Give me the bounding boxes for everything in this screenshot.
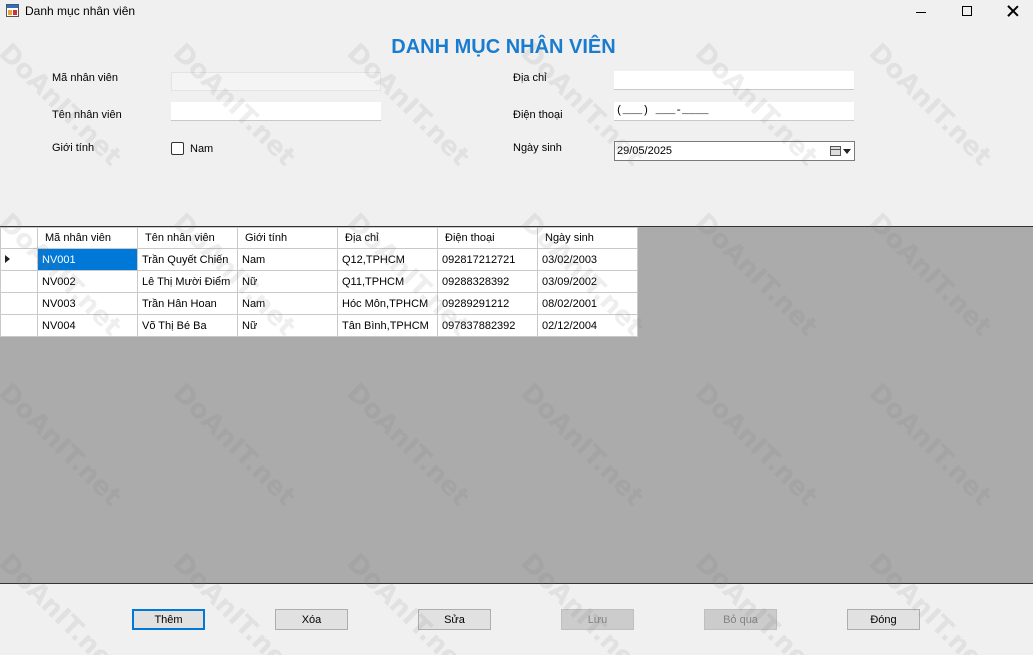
calendar-icon[interactable] bbox=[830, 146, 841, 156]
current-row-arrow-icon bbox=[5, 254, 10, 263]
label-ten-nhan-vien: Tên nhân viên bbox=[52, 109, 122, 121]
cell-ma[interactable]: NV002 bbox=[37, 270, 138, 293]
cell-gioi-tinh[interactable]: Nữ bbox=[237, 314, 338, 337]
cell-ten[interactable]: Lê Thị Mười Điểm bbox=[137, 270, 238, 293]
label-dien-thoai: Điện thoại bbox=[513, 109, 563, 121]
minimize-icon bbox=[916, 11, 926, 13]
table-row[interactable]: NV001 Trần Quyết Chiến Nam Q12,TPHCM 092… bbox=[0, 248, 638, 271]
cell-ten[interactable]: Trần Quyết Chiến bbox=[137, 248, 238, 271]
cell-dia-chi[interactable]: Tân Bình,TPHCM bbox=[337, 314, 438, 337]
cell-dia-chi[interactable]: Q12,TPHCM bbox=[337, 248, 438, 271]
cell-ten[interactable]: Trần Hân Hoan bbox=[137, 292, 238, 315]
table-header-row: Mã nhân viên Tên nhân viên Giới tính Địa… bbox=[0, 227, 638, 249]
employee-table: Mã nhân viên Tên nhân viên Giới tính Địa… bbox=[0, 227, 638, 337]
gioi-tinh-nam-checkbox[interactable] bbox=[171, 142, 184, 155]
cell-ngay-sinh[interactable]: 03/09/2002 bbox=[537, 270, 638, 293]
dong-button[interactable]: Đóng bbox=[847, 609, 920, 630]
close-icon bbox=[1007, 5, 1019, 17]
app-form-icon bbox=[6, 4, 19, 17]
ngay-sinh-datepicker[interactable]: 29/05/2025 bbox=[614, 141, 855, 161]
label-dia-chi: Địa chỉ bbox=[513, 72, 547, 84]
cell-gioi-tinh[interactable]: Nam bbox=[237, 292, 338, 315]
luu-button[interactable]: Lưu bbox=[561, 609, 634, 630]
cell-ngay-sinh[interactable]: 02/12/2004 bbox=[537, 314, 638, 337]
row-header[interactable] bbox=[0, 270, 38, 293]
maximize-icon bbox=[962, 6, 972, 16]
them-button[interactable]: Thêm bbox=[132, 609, 205, 630]
cell-ma[interactable]: NV001 bbox=[37, 248, 138, 271]
row-header-corner[interactable] bbox=[0, 227, 38, 249]
cell-dien-thoai[interactable]: 09288328392 bbox=[437, 270, 538, 293]
cell-dien-thoai[interactable]: 092817212721 bbox=[437, 248, 538, 271]
column-header-gioi-tinh[interactable]: Giới tính bbox=[237, 227, 338, 249]
column-header-dien-thoai[interactable]: Điện thoại bbox=[437, 227, 538, 249]
cell-gioi-tinh[interactable]: Nữ bbox=[237, 270, 338, 293]
table-row[interactable]: NV004 Võ Thị Bé Ba Nữ Tân Bình,TPHCM 097… bbox=[0, 314, 638, 337]
row-header[interactable] bbox=[0, 248, 38, 271]
ten-nhan-vien-field[interactable] bbox=[171, 102, 381, 121]
form-heading: DANH MỤC NHÂN VIÊN bbox=[391, 36, 616, 58]
cell-ma[interactable]: NV004 bbox=[37, 314, 138, 337]
cell-dia-chi[interactable]: Hóc Môn,TPHCM bbox=[337, 292, 438, 315]
window-title: Danh mục nhân viên bbox=[25, 4, 136, 18]
cell-gioi-tinh[interactable]: Nam bbox=[237, 248, 338, 271]
column-header-ma[interactable]: Mã nhân viên bbox=[37, 227, 138, 249]
maximize-button[interactable] bbox=[944, 0, 990, 22]
cell-dia-chi[interactable]: Q11,TPHCM bbox=[337, 270, 438, 293]
column-header-ngay-sinh[interactable]: Ngày sinh bbox=[537, 227, 638, 249]
ma-nhan-vien-field[interactable] bbox=[171, 72, 381, 91]
chevron-down-icon[interactable] bbox=[843, 149, 851, 154]
dia-chi-field[interactable] bbox=[614, 71, 854, 90]
label-gioi-tinh: Giới tính bbox=[52, 142, 95, 154]
row-header[interactable] bbox=[0, 292, 38, 315]
label-ngay-sinh: Ngày sinh bbox=[513, 142, 562, 154]
cell-ma[interactable]: NV003 bbox=[37, 292, 138, 315]
employee-data-grid[interactable]: Mã nhân viên Tên nhân viên Giới tính Địa… bbox=[0, 226, 1033, 584]
row-header[interactable] bbox=[0, 314, 38, 337]
column-header-ten[interactable]: Tên nhân viên bbox=[137, 227, 238, 249]
ngay-sinh-value: 29/05/2025 bbox=[617, 145, 673, 157]
checkbox-nam-label: Nam bbox=[190, 143, 214, 155]
sua-button[interactable]: Sửa bbox=[418, 609, 491, 630]
table-row[interactable]: NV003 Trần Hân Hoan Nam Hóc Môn,TPHCM 09… bbox=[0, 292, 638, 315]
label-ma-nhan-vien: Mã nhân viên bbox=[52, 72, 119, 84]
cell-ngay-sinh[interactable]: 08/02/2001 bbox=[537, 292, 638, 315]
title-bar: Danh mục nhân viên bbox=[0, 0, 1033, 22]
close-button[interactable] bbox=[990, 0, 1033, 22]
column-header-dia-chi[interactable]: Địa chỉ bbox=[337, 227, 438, 249]
minimize-button[interactable] bbox=[898, 0, 944, 22]
bo-qua-button[interactable]: Bỏ qua bbox=[704, 609, 777, 630]
cell-dien-thoai[interactable]: 097837882392 bbox=[437, 314, 538, 337]
cell-ngay-sinh[interactable]: 03/02/2003 bbox=[537, 248, 638, 271]
cell-dien-thoai[interactable]: 09289291212 bbox=[437, 292, 538, 315]
cell-ten[interactable]: Võ Thị Bé Ba bbox=[137, 314, 238, 337]
dien-thoai-masked-field[interactable]: (___) ___-____ bbox=[614, 102, 854, 121]
table-row[interactable]: NV002 Lê Thị Mười Điểm Nữ Q11,TPHCM 0928… bbox=[0, 270, 638, 293]
xoa-button[interactable]: Xóa bbox=[275, 609, 348, 630]
